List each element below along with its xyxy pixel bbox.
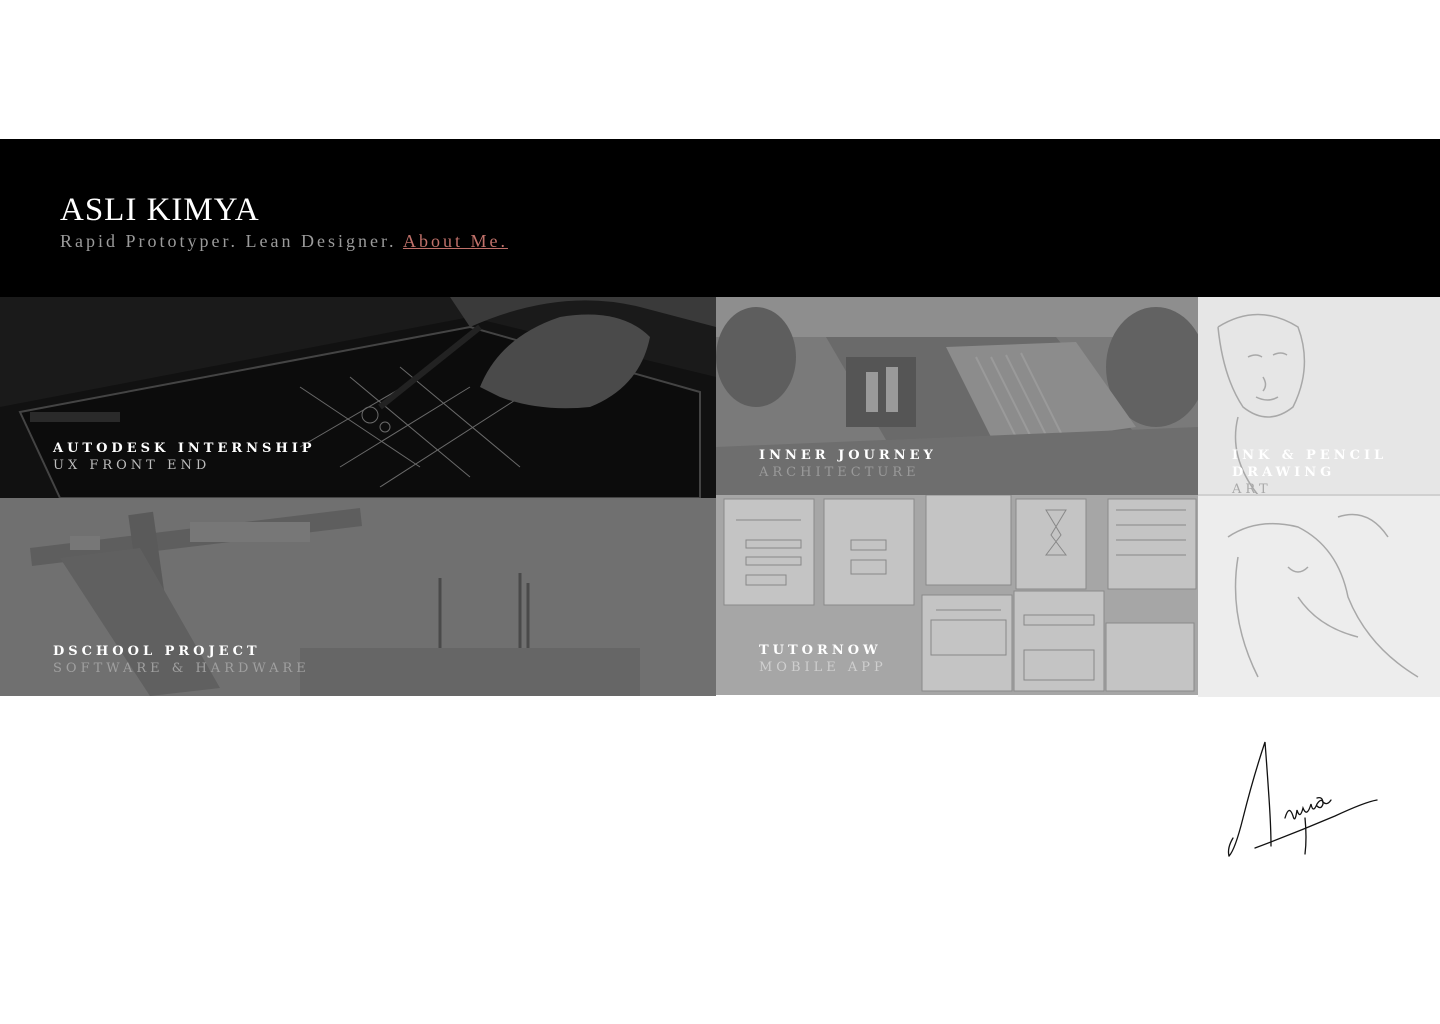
tagline-text: Rapid Prototyper. Lean Designer.	[60, 231, 403, 251]
project-tile-dschool[interactable]: DSCHOOL PROJECT SOFTWARE & HARDWARE	[0, 498, 716, 696]
tile-subtitle: MOBILE APP	[759, 660, 887, 675]
project-tile-inner-journey[interactable]: INNER JOURNEY ARCHITECTURE	[716, 297, 1198, 495]
tile-title: DSCHOOL PROJECT	[53, 644, 261, 659]
tile-title: INNER JOURNEY	[759, 448, 937, 463]
tile-caption: INK & PENCIL DRAWING ART	[1232, 447, 1387, 498]
project-tile-tutornow[interactable]: TUTORNOW MOBILE APP	[716, 495, 1198, 695]
tile-title: AUTODESK INTERNSHIP	[53, 441, 316, 456]
tile-caption: TUTORNOW MOBILE APP	[759, 642, 887, 676]
project-tile-ink-pencil[interactable]: INK & PENCIL DRAWING ART	[1198, 297, 1440, 697]
tile-subtitle: UX FRONT END	[53, 458, 211, 473]
tile-subtitle: ARCHITECTURE	[759, 465, 920, 480]
signature-logo	[1227, 741, 1378, 857]
tile-title: INK & PENCIL	[1232, 448, 1388, 463]
tile-title: DRAWING	[1232, 465, 1336, 480]
tile-subtitle: SOFTWARE & HARDWARE	[53, 661, 310, 676]
tagline: Rapid Prototyper. Lean Designer. About M…	[60, 231, 508, 251]
project-tile-autodesk[interactable]: AUTODESK INTERNSHIP UX FRONT END	[0, 297, 716, 498]
tile-caption: INNER JOURNEY ARCHITECTURE	[759, 447, 937, 481]
tile-caption: AUTODESK INTERNSHIP UX FRONT END	[53, 440, 316, 474]
about-me-link[interactable]: About Me.	[403, 231, 508, 251]
tile-caption: DSCHOOL PROJECT SOFTWARE & HARDWARE	[53, 643, 310, 677]
tile-title: TUTORNOW	[759, 643, 882, 658]
tile-subtitle: ART	[1232, 482, 1272, 497]
site-title[interactable]: ASLI KIMYA	[60, 193, 260, 227]
